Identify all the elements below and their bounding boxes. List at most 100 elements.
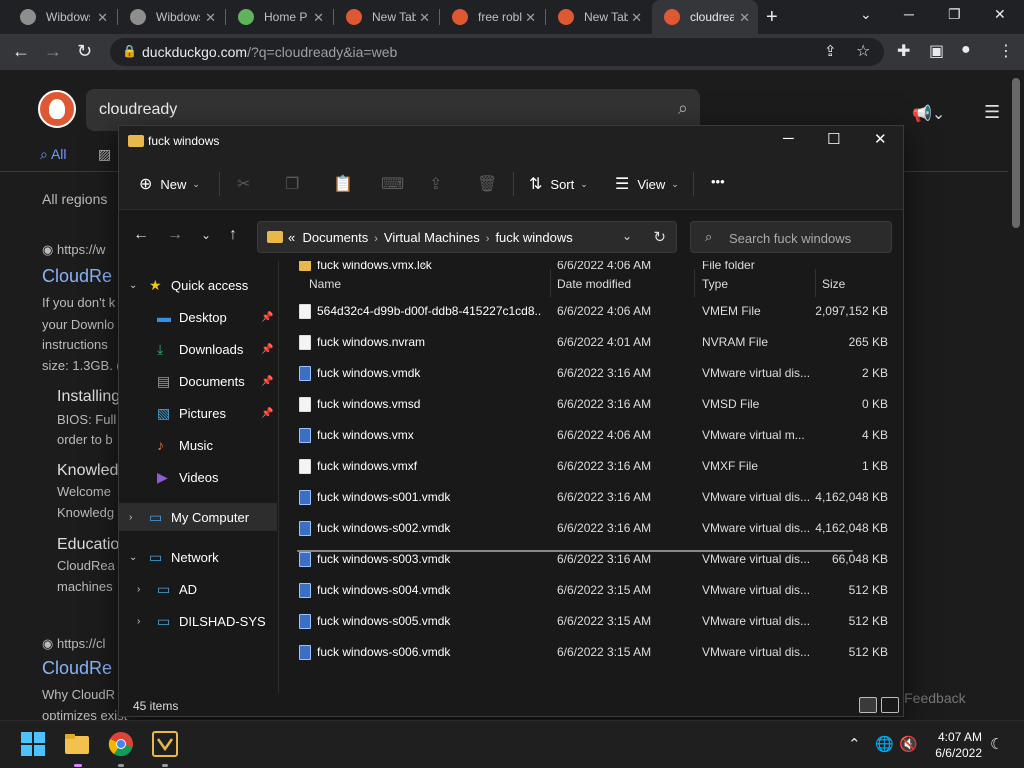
file-row[interactable]: fuck windows.nvram 6/6/2022 4:01 AM NVRAM … [279,327,903,358]
breadcrumb-virtual-machines[interactable]: Virtual Machines [384,230,480,245]
sidebar-item[interactable]: ▬ Desktop 📌 [119,303,277,331]
maximize-window-button[interactable]: ☐ [827,130,840,148]
new-button[interactable]: ⊕ New ⌄ [139,174,200,194]
close-tab-icon[interactable]: ✕ [419,10,430,26]
images-icon[interactable]: ▨ [98,146,111,163]
address-bar[interactable]: 🔒 duckduckgo.com/?q=cloudready&ia=web ⇪ … [110,38,884,66]
page-scrollbar-thumb[interactable] [1012,78,1020,228]
file-list-horizontal-scrollbar[interactable] [297,550,853,552]
sidebar-item[interactable]: ⌄ ▭ Network [119,543,277,571]
region-selector[interactable]: All regions [42,191,107,207]
file-row[interactable]: fuck windows-s004.vmdk 6/6/2022 3:15 AM VM… [279,575,903,606]
sidebar-item[interactable]: ⤓ Downloads 📌 [119,335,277,363]
close-tab-icon[interactable]: ✕ [205,10,216,26]
paste-icon[interactable]: 📋 [333,174,361,194]
vmware-taskbar-icon[interactable] [152,731,178,757]
breadcrumb-documents[interactable]: Documents [302,230,368,245]
close-tab-icon[interactable]: ✕ [525,10,536,26]
file-row[interactable]: fuck windows.vmx.lck 6/6/2022 4:06 AM File… [279,261,903,289]
sidebar-item[interactable]: ⌄ ★ Quick access [119,271,277,299]
sidebar-item[interactable]: › ▭ AD [119,575,277,603]
share-icon[interactable]: ⇪ [429,174,450,194]
tab-search-icon[interactable]: ⌄ [860,6,872,23]
explorer-address-bar[interactable]: « Documents › Virtual Machines › fuck window… [257,221,677,253]
address-history-chevron-icon[interactable]: ⌄ [622,229,632,243]
file-row[interactable]: fuck windows-s006.vmdk 6/6/2022 3:15 AM VM… [279,637,903,668]
file-row[interactable]: fuck windows.vmsd 6/6/2022 3:16 AM VMSD Fi… [279,389,903,420]
browser-tab[interactable]: New Tab ✕ [334,0,438,34]
more-options-button[interactable]: ••• [711,174,725,189]
delete-icon[interactable]: 🗑 [477,174,505,194]
close-browser-button[interactable]: ✕ [994,6,1006,23]
extensions-puzzle-icon[interactable]: ✚ [897,41,910,61]
chevron-down-icon[interactable]: ⌄ [129,552,137,563]
pin-icon[interactable]: 📌 [261,408,273,419]
sidebar-item[interactable]: ▤ Documents 📌 [119,367,277,395]
close-tab-icon[interactable]: ✕ [739,10,750,26]
sublink2-title[interactable]: Knowled [57,462,118,480]
browser-tab[interactable]: free roblox✕ [440,0,544,34]
sort-button[interactable]: ⇅ Sort ⌄ [529,174,588,194]
network-globe-icon[interactable]: 🌐 [875,735,894,753]
sublink3-title[interactable]: Educatio [57,536,119,554]
minimize-browser-button[interactable]: ─ [904,6,914,22]
chevron-right-icon[interactable]: › [137,616,140,627]
browser-tab[interactable]: Home Page ✕ [226,0,332,34]
search-icon[interactable]: ⌕ [678,98,688,119]
restore-browser-button[interactable]: ❐ [948,6,961,23]
ddg-tab-all[interactable]: ⌕ All [40,146,67,163]
file-row[interactable]: 564d32c4-d99b-d00f-ddb8-415227c1cd8... 6/… [279,296,903,327]
file-row[interactable]: fuck windows-s005.vmdk 6/6/2022 3:15 AM VM… [279,606,903,637]
file-row[interactable]: fuck windows.vmdk 6/6/2022 3:16 AM VMware … [279,358,903,389]
back-arrow-icon[interactable]: ← [12,41,30,62]
breadcrumb-overflow[interactable]: « [288,230,295,245]
file-row[interactable]: fuck windows.vmx 6/6/2022 4:06 AM VMware v… [279,420,903,451]
browser-tab[interactable]: cloudready ✕ [652,0,758,34]
duckduckgo-logo[interactable] [38,90,76,128]
pin-icon[interactable]: 📌 [261,312,273,323]
megaphone-icon[interactable]: 📢⌄ [912,104,945,124]
copy-icon[interactable]: ❐ [285,174,307,194]
browser-tab[interactable]: Wibdows ✕ [8,0,116,34]
focus-moon-icon[interactable]: ☾ [990,735,1003,753]
close-tab-icon[interactable]: ✕ [313,10,324,26]
details-view-icon[interactable] [859,697,877,713]
rename-icon[interactable]: ⌨ [381,174,412,194]
reload-icon[interactable]: ↻ [77,41,92,62]
new-tab-button[interactable]: + [766,6,778,29]
file-row[interactable]: fuck windows-s001.vmdk 6/6/2022 3:16 AM VM… [279,482,903,513]
browser-menu-icon[interactable]: ⋮ [998,41,1014,61]
browser-tab[interactable]: Wibdows ✕ [118,0,224,34]
chevron-right-icon[interactable]: › [137,584,140,595]
close-window-button[interactable]: ✕ [874,130,887,148]
result1-url[interactable]: ◉ https://w [42,242,105,258]
share-icon[interactable]: ⇪ [824,42,837,60]
pin-icon[interactable]: 📌 [261,376,273,387]
explorer-search-box[interactable]: ⌕ [690,221,892,253]
breadcrumb-current-folder[interactable]: fuck windows [495,230,572,245]
side-panel-icon[interactable]: ▣ [929,41,944,61]
sublink1-title[interactable]: Installing [57,388,120,406]
close-tab-icon[interactable]: ✕ [631,10,642,26]
chevron-down-icon[interactable]: ⌄ [129,280,137,291]
sidebar-item[interactable]: › ▭ My Computer [119,503,277,531]
volume-muted-icon[interactable]: 🔇 [899,735,918,753]
search-input[interactable] [729,229,879,247]
sidebar-item[interactable]: ▧ Pictures 📌 [119,399,277,427]
result1-title[interactable]: CloudRe [42,266,112,287]
result2-title[interactable]: CloudRe [42,658,112,679]
chevron-right-icon[interactable]: › [129,512,132,523]
forward-arrow-icon[interactable]: → [167,226,183,244]
forward-arrow-icon[interactable]: → [44,41,62,62]
refresh-icon[interactable]: ↻ [653,228,666,246]
result2-url[interactable]: ◉ https://cl [42,636,105,652]
file-row[interactable]: fuck windows.vmxf 6/6/2022 3:16 AM VMXF Fi… [279,451,903,482]
file-row[interactable]: fuck windows-s003.vmdk 6/6/2022 3:16 AM VM… [279,544,903,575]
view-button[interactable]: ☰ View ⌄ [615,174,679,194]
recent-locations-chevron-icon[interactable]: ⌄ [201,228,211,242]
cut-icon[interactable]: ✂ [237,174,258,194]
pin-icon[interactable]: 📌 [261,344,273,355]
bookmark-star-icon[interactable]: ☆ [856,41,870,61]
file-explorer-taskbar-icon[interactable] [64,731,90,757]
chrome-taskbar-icon[interactable] [108,731,134,757]
